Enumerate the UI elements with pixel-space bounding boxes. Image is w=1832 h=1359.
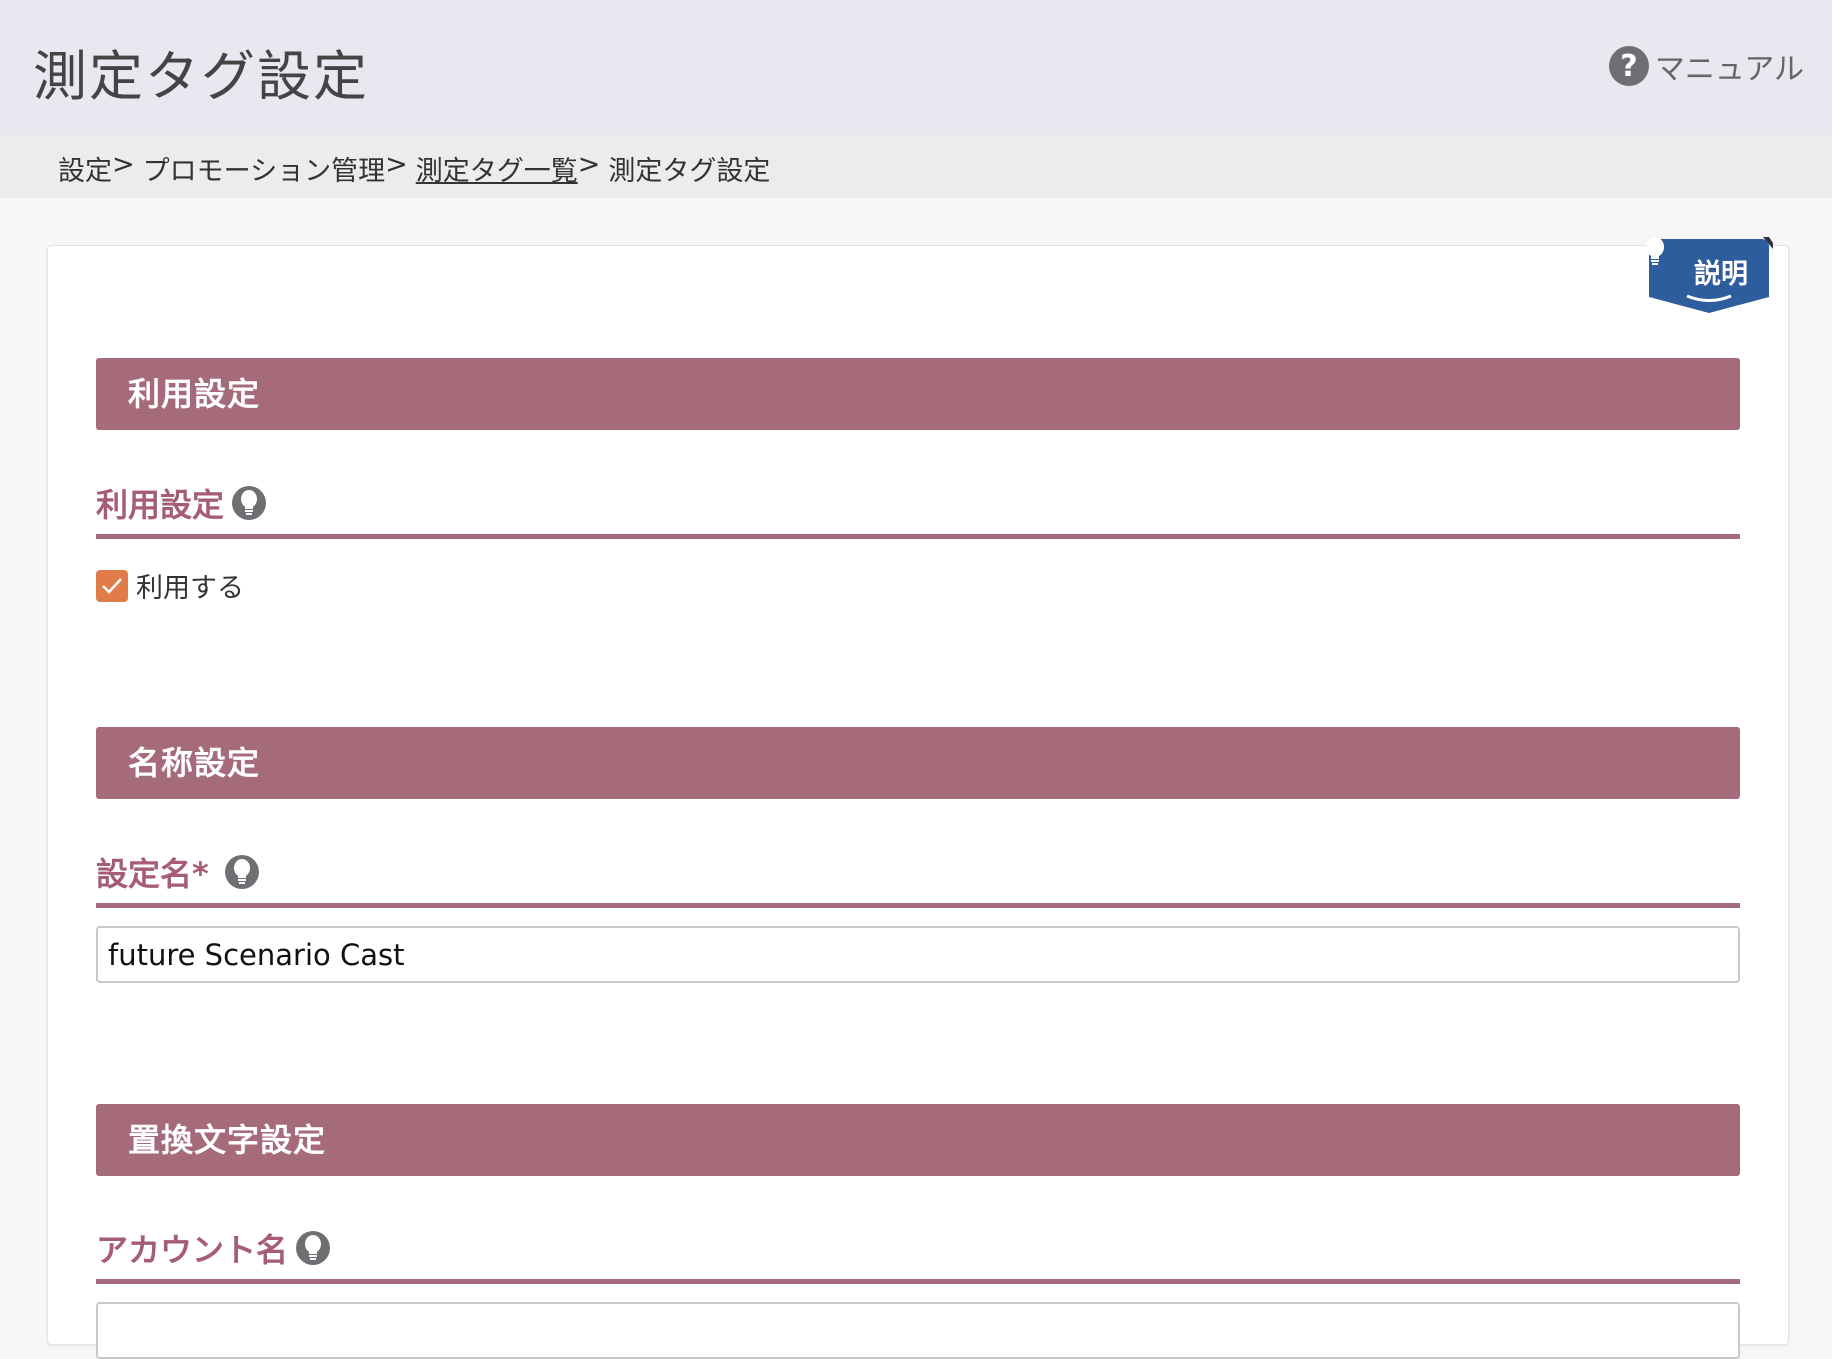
field-label-usage: 利用設定 xyxy=(96,480,267,526)
setting-name-input[interactable] xyxy=(96,926,1740,983)
settings-card: 説明 利用設定 利用設定 利用する 名称設定 設定名* 置換文字設定 アカウント… xyxy=(47,237,1789,1359)
usage-checkbox[interactable] xyxy=(96,569,128,602)
lightbulb-hint-icon[interactable] xyxy=(224,855,259,889)
section-name-header: 名称設定 xyxy=(96,727,1740,799)
manual-label: マニュアル xyxy=(1654,52,1804,87)
field-label-text: アカウント名 xyxy=(96,1231,289,1269)
page-header: 測定タグ設定 ? マニュアル xyxy=(0,0,1832,135)
breadcrumb-link-tag-list[interactable]: 測定タグ一覧 xyxy=(416,149,578,188)
explain-tab[interactable]: 説明 xyxy=(1645,237,1773,315)
usage-checkbox-row[interactable]: 利用する xyxy=(96,566,244,605)
breadcrumb-item-current: 測定タグ設定 xyxy=(608,156,771,187)
usage-checkbox-label: 利用する xyxy=(136,573,244,604)
field-label-name: 設定名* xyxy=(96,849,259,895)
breadcrumb-bar: 設定 > プロモーション管理 > 測定タグ一覧 > 測定タグ設定 xyxy=(0,135,1832,198)
field-divider xyxy=(96,534,1740,539)
explain-label: 説明 xyxy=(1694,259,1748,290)
field-divider xyxy=(96,903,1740,908)
breadcrumb-separator: > xyxy=(385,149,408,180)
page-title: 測定タグ設定 xyxy=(33,45,369,108)
breadcrumb-separator: > xyxy=(577,149,601,180)
lightbulb-hint-icon[interactable] xyxy=(296,1231,331,1265)
breadcrumb: 設定 > プロモーション管理 > 測定タグ一覧 > 測定タグ設定 xyxy=(58,149,770,188)
breadcrumb-item-promotion: プロモーション管理 xyxy=(142,156,386,187)
account-name-input[interactable] xyxy=(96,1302,1740,1359)
section-replace-header: 置換文字設定 xyxy=(96,1104,1740,1176)
field-label-text: 設定名* xyxy=(96,855,209,893)
breadcrumb-item-settings: 設定 xyxy=(58,156,112,187)
manual-link[interactable]: ? マニュアル xyxy=(1608,44,1804,88)
check-icon xyxy=(102,577,122,594)
question-icon: ? xyxy=(1608,46,1649,86)
lightbulb-hint-icon[interactable] xyxy=(232,486,267,520)
field-label-text: 利用設定 xyxy=(96,486,225,524)
field-divider xyxy=(96,1279,1740,1284)
field-label-account: アカウント名 xyxy=(96,1225,331,1271)
section-usage-header: 利用設定 xyxy=(96,358,1740,430)
breadcrumb-separator: > xyxy=(112,149,135,180)
